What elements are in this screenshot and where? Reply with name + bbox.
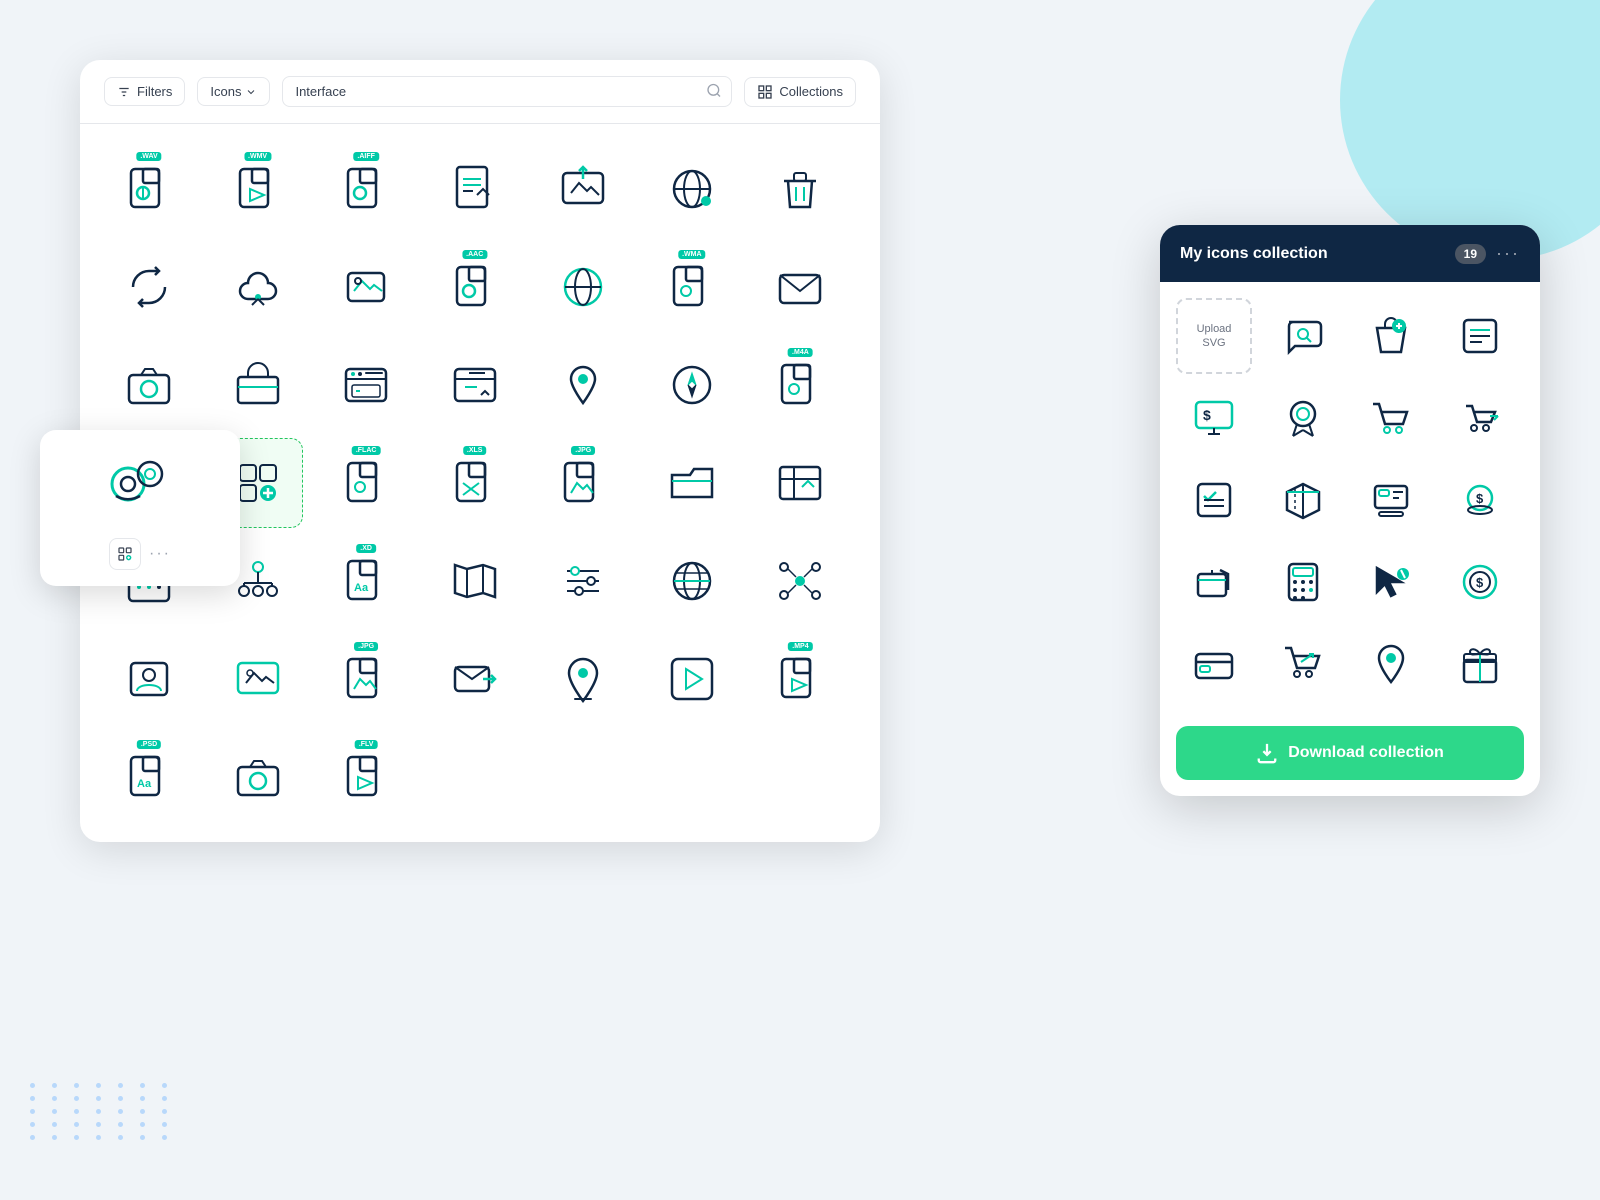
panel-icon-gift[interactable] bbox=[1442, 626, 1518, 702]
icon-shop[interactable] bbox=[213, 340, 303, 430]
download-icon bbox=[1256, 742, 1278, 764]
icon-psd[interactable]: .PSD Aa bbox=[104, 732, 194, 822]
panel-icon-cart[interactable] bbox=[1353, 380, 1429, 456]
upload-svg-button[interactable]: UploadSVG bbox=[1176, 298, 1252, 374]
collections-label: Collections bbox=[779, 84, 843, 99]
icon-wmv[interactable]: .WMV bbox=[213, 144, 303, 234]
panel-icon-credit-card[interactable] bbox=[1176, 626, 1252, 702]
panel-icon-pos[interactable] bbox=[1353, 462, 1429, 538]
panel-icons-grid: UploadSVG bbox=[1160, 282, 1540, 718]
icon-jpg2[interactable]: .JPG bbox=[321, 634, 411, 724]
type-dropdown[interactable]: Icons bbox=[197, 77, 270, 106]
svg-text:Aa: Aa bbox=[354, 582, 369, 594]
panel-icon-cart-checkout[interactable] bbox=[1265, 626, 1341, 702]
icon-mp4[interactable]: .MP4 bbox=[755, 634, 845, 724]
tooltip-add-button[interactable] bbox=[109, 538, 141, 570]
svg-text:$: $ bbox=[1203, 407, 1211, 423]
icon-doc[interactable] bbox=[430, 144, 520, 234]
icon-image2[interactable] bbox=[213, 634, 303, 724]
icon-play-square[interactable] bbox=[647, 634, 737, 724]
collections-button[interactable]: Collections bbox=[744, 77, 856, 107]
panel-icon-checklist[interactable] bbox=[1176, 462, 1252, 538]
tooltip-dots: ··· bbox=[149, 545, 171, 563]
icon-trash[interactable] bbox=[755, 144, 845, 234]
icon-aiff[interactable]: .AIFF bbox=[321, 144, 411, 234]
icon-image-upload[interactable] bbox=[538, 144, 628, 234]
icon-map[interactable] bbox=[430, 536, 520, 626]
panel-icon-dollar-badge[interactable]: $ bbox=[1442, 544, 1518, 620]
panel-icon-calculator[interactable] bbox=[1265, 544, 1341, 620]
background-circle bbox=[1340, 0, 1600, 260]
icon-network-nodes[interactable] bbox=[755, 536, 845, 626]
panel-icon-search-chat[interactable] bbox=[1265, 298, 1341, 374]
panel-icon-price-monitor[interactable]: $ bbox=[1176, 380, 1252, 456]
icon-camera2[interactable] bbox=[213, 732, 303, 822]
search-icon bbox=[706, 82, 722, 101]
icon-wav[interactable]: .WAV bbox=[104, 144, 194, 234]
icon-xd[interactable]: .XD Aa bbox=[321, 536, 411, 626]
filter-label: Filters bbox=[137, 84, 172, 99]
collection-panel: My icons collection 19 ··· UploadSVG bbox=[1160, 225, 1540, 796]
panel-icon-cart-delivery[interactable] bbox=[1442, 380, 1518, 456]
icon-jpg[interactable]: .JPG bbox=[538, 438, 628, 528]
download-collection-button[interactable]: Download collection bbox=[1176, 726, 1524, 780]
icon-email[interactable] bbox=[755, 242, 845, 332]
search-input[interactable] bbox=[282, 76, 732, 107]
filter-button[interactable]: Filters bbox=[104, 77, 185, 106]
icon-flv[interactable]: .FLV bbox=[321, 732, 411, 822]
icon-flac[interactable]: .FLAC bbox=[321, 438, 411, 528]
icon-cloud-network[interactable] bbox=[213, 242, 303, 332]
icon-refresh[interactable] bbox=[104, 242, 194, 332]
icon-wma[interactable]: .WMA bbox=[647, 242, 737, 332]
icon-data-table[interactable] bbox=[755, 438, 845, 528]
icon-aac[interactable]: .AAC bbox=[430, 242, 520, 332]
icon-tooltip-card: ··· bbox=[40, 430, 240, 586]
panel-more-button[interactable]: ··· bbox=[1496, 243, 1520, 264]
panel-icon-coins[interactable]: $ bbox=[1442, 462, 1518, 538]
svg-text:$: $ bbox=[1476, 491, 1484, 506]
panel-icon-delivery[interactable] bbox=[1176, 544, 1252, 620]
tooltip-icon-preview bbox=[100, 446, 180, 526]
panel-header: My icons collection 19 ··· bbox=[1160, 225, 1540, 282]
icon-globe3[interactable] bbox=[647, 536, 737, 626]
icon-mail-send[interactable] bbox=[430, 634, 520, 724]
download-label: Download collection bbox=[1288, 744, 1444, 762]
panel-count-badge: 19 bbox=[1455, 244, 1486, 264]
icon-landscape[interactable] bbox=[321, 242, 411, 332]
icon-settings-sliders[interactable] bbox=[538, 536, 628, 626]
svg-text:Aa: Aa bbox=[137, 778, 152, 790]
icon-compass[interactable] bbox=[647, 340, 737, 430]
svg-text:$: $ bbox=[1476, 575, 1484, 590]
icon-xls[interactable]: .XLS bbox=[430, 438, 520, 528]
icon-camera[interactable] bbox=[104, 340, 194, 430]
panel-icon-award[interactable] bbox=[1265, 380, 1341, 456]
tooltip-actions: ··· bbox=[109, 538, 171, 570]
panel-icon-package[interactable] bbox=[1265, 462, 1341, 538]
icon-browser[interactable] bbox=[321, 340, 411, 430]
icon-browser-edit[interactable] bbox=[430, 340, 520, 430]
toolbar: Filters Icons Collections bbox=[80, 60, 880, 124]
dot-grid-decoration bbox=[30, 1083, 176, 1140]
icon-globe[interactable] bbox=[647, 144, 737, 234]
icon-folder-open[interactable] bbox=[647, 438, 737, 528]
panel-icon-shopping-bag-add[interactable] bbox=[1353, 298, 1429, 374]
icon-location-pin[interactable] bbox=[538, 634, 628, 724]
upload-svg-label: UploadSVG bbox=[1197, 322, 1232, 351]
icon-pin[interactable] bbox=[538, 340, 628, 430]
search-container bbox=[282, 76, 732, 107]
panel-icon-cursor[interactable] bbox=[1353, 544, 1429, 620]
type-label: Icons bbox=[210, 84, 241, 99]
panel-icon-location[interactable] bbox=[1353, 626, 1429, 702]
icon-m4a[interactable]: .M4A bbox=[755, 340, 845, 430]
icon-globe2[interactable] bbox=[538, 242, 628, 332]
icon-profile[interactable] bbox=[104, 634, 194, 724]
panel-title: My icons collection bbox=[1180, 245, 1445, 263]
panel-icon-news[interactable] bbox=[1442, 298, 1518, 374]
